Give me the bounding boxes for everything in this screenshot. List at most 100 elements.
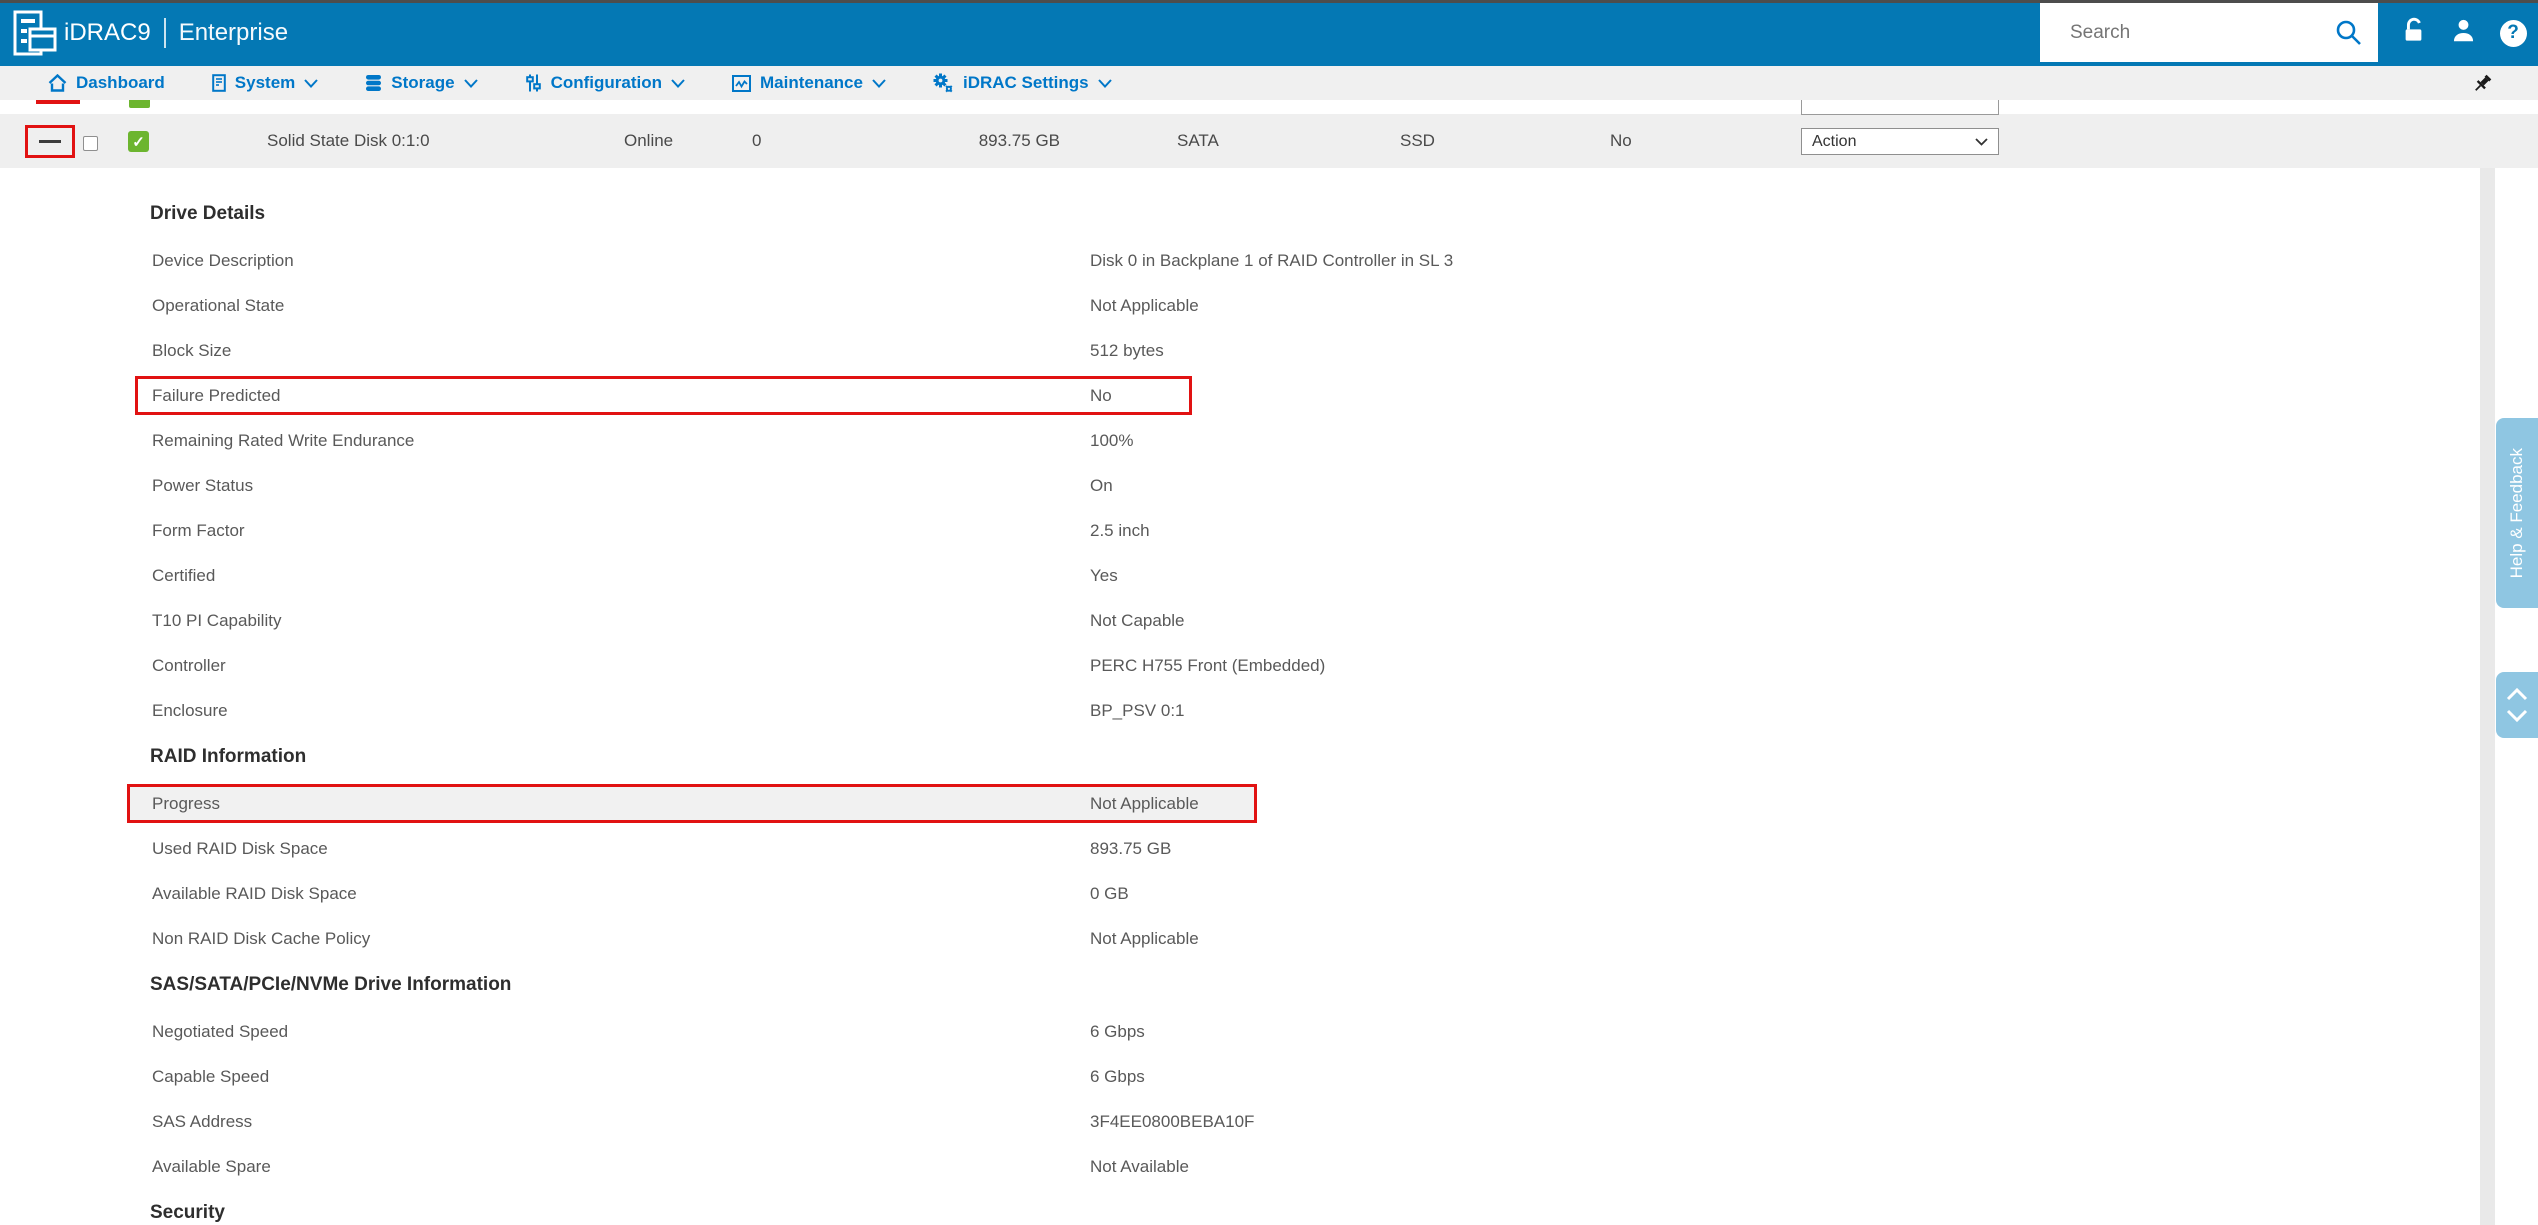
previous-row-strip (0, 100, 2538, 114)
help-feedback-label: Help & Feedback (2507, 447, 2526, 579)
section-title: RAID Information (150, 746, 307, 767)
detail-row: Device Description Disk 0 in Backplane 1 … (0, 238, 2538, 283)
detail-value: 6 Gbps (1090, 1066, 1145, 1086)
detail-value: Not Available (1090, 1156, 1189, 1176)
nav-item-label: Configuration (550, 73, 662, 92)
scroll-buttons-tab (2496, 672, 2538, 738)
detail-row: Operational State Not Applicable (0, 283, 2538, 328)
detail-value: No (1090, 385, 1112, 405)
detail-row: Power Status On (0, 463, 2538, 508)
nav-item-label: Storage (391, 73, 455, 92)
detail-row: Certified Yes (0, 553, 2538, 598)
drive-name: Solid State Disk 0:1:0 (267, 131, 430, 150)
details-section: RAID Information Progress Not Applicable Us… (0, 733, 2538, 961)
section-title: SAS/SATA/PCIe/NVMe Drive Information (150, 974, 512, 995)
detail-label: Form Factor (152, 520, 245, 540)
status-ok-check-icon: ✓ (128, 131, 149, 152)
scroll-up-icon[interactable] (2506, 688, 2528, 701)
action-dropdown-label: Action (1812, 132, 1857, 150)
chevron-down-icon (463, 78, 478, 88)
detail-label: Enclosure (152, 700, 228, 720)
nav-item-label: Maintenance (760, 73, 863, 92)
section-title: Security (150, 1202, 225, 1223)
chart-window-icon (732, 74, 751, 92)
detail-row: Enclosure BP_PSV 0:1 (0, 688, 2538, 733)
detail-value: 100% (1090, 430, 1134, 450)
row-checkbox[interactable] (83, 136, 98, 151)
detail-label: Failure Predicted (152, 385, 281, 405)
help-icon[interactable]: ? (2499, 19, 2527, 47)
detail-row: Controller PERC H755 Front (Embedded) (0, 643, 2538, 688)
help-feedback-tab[interactable]: Help & Feedback (2496, 418, 2538, 608)
search-box (2040, 3, 2378, 62)
detail-value: 3F4EE0800BEBA10F (1090, 1111, 1255, 1131)
detail-value: 6 Gbps (1090, 1021, 1145, 1041)
detail-value: 0 GB (1090, 883, 1129, 903)
detail-row: Block Size 512 bytes (0, 328, 2538, 373)
detail-label: Controller (152, 655, 226, 675)
drive-bus-protocol: SATA (1177, 131, 1219, 150)
nav-item-label: iDRAC Settings (962, 73, 1089, 92)
nav-item-dashboard[interactable]: Dashboard (48, 73, 165, 93)
detail-label: Power Status (152, 475, 254, 495)
pin-icon[interactable] (2471, 72, 2494, 100)
sliders-icon (525, 74, 542, 92)
detail-value: BP_PSV 0:1 (1090, 700, 1185, 720)
search-input[interactable] (2040, 20, 2335, 45)
nav-item-label: Dashboard (76, 73, 165, 92)
detail-row: SAS Address 3F4EE0800BEBA10F (0, 1099, 2538, 1144)
detail-label: Non RAID Disk Cache Policy (152, 928, 371, 948)
nav-item-idrac-settings[interactable]: iDRAC Settings (933, 73, 1112, 93)
chevron-down-icon (671, 78, 685, 88)
server-icon (211, 74, 226, 92)
product-edition: Enterprise (178, 19, 289, 46)
details-panel: Drive Details Device Description Disk 0 in… (0, 168, 2538, 1225)
detail-row: Available Spare Not Available (0, 1144, 2538, 1189)
chevron-down-icon (1097, 78, 1112, 88)
search-icon[interactable] (2335, 19, 2362, 46)
chevron-down-icon (304, 78, 319, 88)
detail-value: 893.75 GB (1090, 838, 1172, 858)
detail-row: Progress Not Applicable (0, 781, 2538, 826)
collapse-row-button[interactable] (39, 140, 61, 143)
detail-value: Yes (1090, 565, 1118, 585)
detail-value: Not Applicable (1090, 928, 1199, 948)
detail-value: Not Applicable (1090, 295, 1199, 315)
detail-value: Not Applicable (1090, 793, 1199, 813)
nav-item-configuration[interactable]: Configuration (525, 73, 685, 93)
unlock-icon[interactable] (2400, 17, 2427, 49)
detail-label: Block Size (152, 340, 232, 360)
annotation-box (25, 125, 75, 158)
scroll-down-icon[interactable] (2506, 709, 2528, 722)
idrac-logo-icon (12, 10, 58, 61)
window-top-border (0, 0, 2538, 3)
nav-item-storage[interactable]: Storage (365, 73, 478, 93)
previous-action-select[interactable] (1801, 100, 1999, 115)
detail-label: Capable Speed (152, 1066, 270, 1086)
detail-label: Used RAID Disk Space (152, 838, 328, 858)
detail-value: 2.5 inch (1090, 520, 1150, 540)
drive-capacity: 893.75 GB (978, 131, 1060, 150)
detail-value: PERC H755 Front (Embedded) (1090, 655, 1326, 675)
details-section: Security (0, 1189, 2538, 1225)
detail-label: Progress (152, 793, 221, 813)
detail-row: Available RAID Disk Space 0 GB (0, 871, 2538, 916)
detail-label: T10 PI Capability (152, 610, 282, 630)
detail-row: Negotiated Speed 6 Gbps (0, 1009, 2538, 1054)
detail-value: 512 bytes (1090, 340, 1164, 360)
action-dropdown[interactable]: Action (1801, 128, 1999, 155)
home-icon (48, 74, 67, 92)
user-icon[interactable] (2450, 17, 2477, 49)
scrollbar-track[interactable] (2480, 168, 2495, 1225)
top-bar: iDRAC9 Enterprise ? (0, 0, 2538, 66)
detail-value: Disk 0 in Backplane 1 of RAID Controller… (1090, 250, 1454, 270)
previous-status-ok-icon (129, 100, 150, 108)
nav-item-system[interactable]: System (211, 73, 319, 93)
nav-item-maintenance[interactable]: Maintenance (732, 73, 886, 93)
detail-value: On (1090, 475, 1113, 495)
nav-item-label: System (234, 73, 296, 92)
detail-value: Not Capable (1090, 610, 1185, 630)
detail-row: Capable Speed 6 Gbps (0, 1054, 2538, 1099)
detail-label: Negotiated Speed (152, 1021, 289, 1041)
detail-row: Form Factor 2.5 inch (0, 508, 2538, 553)
